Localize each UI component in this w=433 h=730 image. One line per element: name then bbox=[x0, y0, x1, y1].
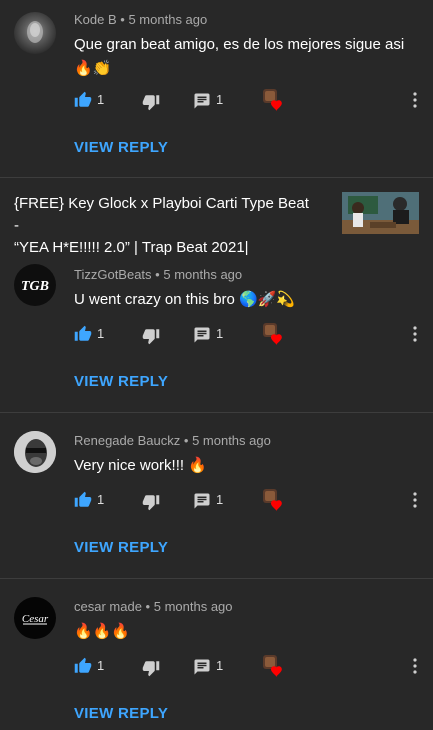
view-reply-button[interactable]: VIEW REPLY bbox=[74, 705, 168, 722]
comment-actions: 1 1 bbox=[0, 655, 433, 681]
view-reply-button[interactable]: VIEW REPLY bbox=[74, 539, 168, 556]
comment-text-line: Que gran beat amigo, es de los mejores s… bbox=[74, 36, 405, 53]
comment-meta: Kode B • 5 months ago bbox=[74, 12, 207, 27]
comment-time: 5 months ago bbox=[128, 12, 208, 27]
meta-separator: • bbox=[183, 433, 189, 448]
meta-separator: • bbox=[155, 267, 160, 282]
avatar-image bbox=[27, 21, 43, 43]
comment-time: 5 months ago bbox=[163, 267, 243, 282]
comment-actions: 1 1 bbox=[0, 89, 433, 115]
comment-text: U went crazy on this bro 🌎🚀💫 bbox=[74, 291, 296, 308]
author-name[interactable]: Renegade Bauckz bbox=[74, 433, 180, 448]
like-count: 1 bbox=[97, 92, 105, 107]
comment-meta: Renegade Bauckz • 5 months ago bbox=[74, 433, 271, 448]
creator-heart-icon bbox=[263, 89, 282, 111]
thumbs-up-icon[interactable] bbox=[74, 491, 92, 509]
thumbs-down-icon[interactable] bbox=[142, 659, 160, 677]
comment-text: 🔥🔥🔥 bbox=[74, 623, 131, 640]
comment-actions: 1 1 bbox=[0, 323, 433, 349]
avatar-image: TGB bbox=[21, 279, 49, 294]
author-name[interactable]: Kode B bbox=[74, 12, 117, 27]
avatar-text: Cesar bbox=[22, 613, 49, 625]
comment-actions: 1 1 bbox=[0, 489, 433, 515]
more-options-icon[interactable] bbox=[411, 325, 419, 343]
video-title-line: “YEA H*E!!!!! 2.0” | Trap Beat 2021| bbox=[14, 239, 249, 256]
comment-text: Very nice work!!! 🔥 bbox=[74, 457, 207, 474]
thumbs-up-icon[interactable] bbox=[74, 657, 92, 675]
avatar[interactable] bbox=[14, 12, 56, 54]
like-count: 1 bbox=[97, 326, 105, 341]
comment-emoji-line: 🔥👏 bbox=[74, 60, 112, 77]
more-options-icon[interactable] bbox=[411, 491, 419, 509]
comment-time: 5 months ago bbox=[192, 433, 271, 448]
video-title-line: {FREE} Key Glock x Playboi Carti Type Be… bbox=[14, 195, 309, 234]
reply-count: 1 bbox=[216, 492, 224, 507]
reply-count: 1 bbox=[216, 92, 224, 107]
avatar-image: Cesar bbox=[22, 613, 49, 625]
thumbs-down-icon[interactable] bbox=[142, 327, 160, 345]
meta-separator: • bbox=[145, 599, 151, 614]
avatar[interactable] bbox=[14, 431, 56, 473]
avatar-image bbox=[14, 431, 56, 473]
divider bbox=[0, 578, 433, 579]
comment-time: 5 months ago bbox=[153, 599, 233, 614]
like-count: 1 bbox=[97, 492, 105, 507]
thumbs-down-icon[interactable] bbox=[142, 93, 160, 111]
reply-icon[interactable] bbox=[193, 326, 211, 344]
divider bbox=[0, 177, 433, 178]
like-count: 1 bbox=[97, 658, 105, 673]
view-reply-button[interactable]: VIEW REPLY bbox=[74, 373, 168, 390]
thumbs-down-icon[interactable] bbox=[142, 493, 160, 511]
creator-heart-icon bbox=[263, 323, 282, 345]
avatar[interactable]: Cesar bbox=[14, 597, 56, 639]
more-options-icon[interactable] bbox=[411, 657, 419, 675]
comment-meta: cesar made • 5 months ago bbox=[74, 599, 233, 614]
comment-meta: TizzGotBeats • 5 months ago bbox=[74, 267, 242, 282]
author-name[interactable]: TizzGotBeats bbox=[74, 267, 152, 282]
author-name[interactable]: cesar made bbox=[74, 599, 142, 614]
thumbs-up-icon[interactable] bbox=[74, 325, 92, 343]
creator-heart-icon bbox=[263, 489, 282, 511]
avatar-text: TGB bbox=[21, 279, 49, 294]
more-options-icon[interactable] bbox=[411, 91, 419, 109]
reply-icon[interactable] bbox=[193, 92, 211, 110]
divider bbox=[0, 412, 433, 413]
reply-icon[interactable] bbox=[193, 492, 211, 510]
meta-separator: • bbox=[120, 12, 125, 27]
thumbs-up-icon[interactable] bbox=[74, 91, 92, 109]
comment-text: Que gran beat amigo, es de los mejores s… bbox=[74, 33, 414, 81]
avatar[interactable]: TGB bbox=[14, 264, 56, 306]
video-title[interactable]: {FREE} Key Glock x Playboi Carti Type Be… bbox=[14, 193, 314, 259]
video-thumbnail[interactable] bbox=[342, 192, 419, 234]
reply-count: 1 bbox=[216, 326, 224, 341]
reply-count: 1 bbox=[216, 658, 224, 673]
video-thumbnail-image bbox=[342, 192, 419, 234]
reply-icon[interactable] bbox=[193, 658, 211, 676]
view-reply-button[interactable]: VIEW REPLY bbox=[74, 139, 168, 156]
creator-heart-icon bbox=[263, 655, 282, 677]
